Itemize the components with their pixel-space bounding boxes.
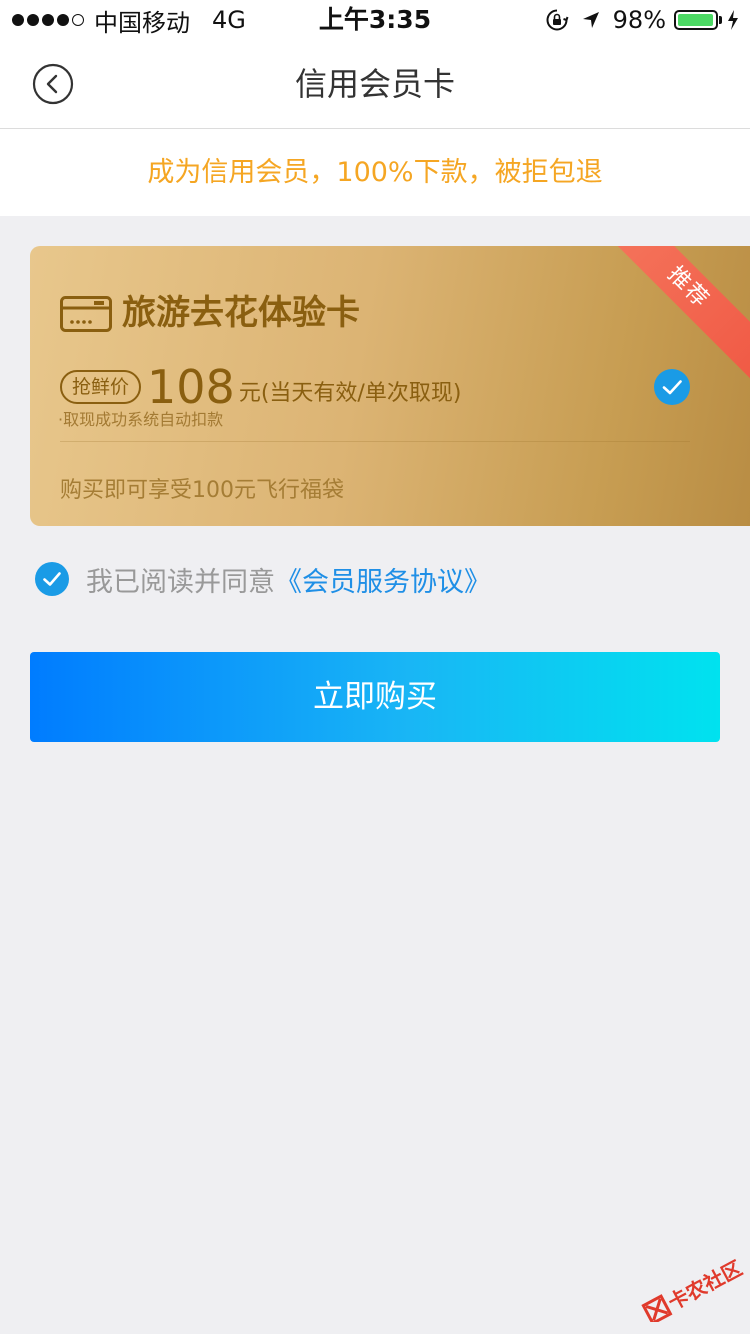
kanong-watermark-logo: 卡农社区 (641, 1256, 746, 1322)
promo-banner: 成为信用会员，100%下款，被拒包退 (0, 129, 750, 216)
page-title: 信用会员卡 (294, 65, 455, 103)
agreement-row: 我已阅读并同意 《会员服务协议》 (34, 560, 491, 598)
price-value: 108 (147, 360, 235, 414)
card-divider (60, 441, 690, 442)
status-bar: 中国移动 4G 上午3:35 98% (0, 0, 750, 40)
card-name: 旅游去花体验卡 (122, 293, 360, 333)
price-note: ·取现成功系统自动扣款 (58, 410, 224, 429)
price-row: 抢鲜价 108 元(当天有效/单次取现) (60, 362, 461, 412)
battery-percent: 98% (612, 6, 666, 34)
orientation-lock-icon (546, 9, 569, 31)
battery-cap (719, 16, 722, 24)
location-arrow-icon (582, 12, 599, 28)
agree-checkbox-icon[interactable] (34, 561, 70, 597)
membership-card[interactable]: 推荐 旅游去花体验卡 抢鲜价 108 元(当天有效/单次取现) ·取现成功系统自… (30, 246, 750, 526)
card-selected-check-icon[interactable] (653, 368, 691, 406)
battery-icon (674, 10, 718, 30)
agreement-link[interactable]: 《会员服务协议》 (275, 560, 491, 599)
price-tag: 抢鲜价 (60, 370, 142, 404)
charging-bolt-icon (728, 10, 738, 30)
price-unit: 元(当天有效/单次取现) (238, 381, 462, 406)
watermark-text: 卡农社区 (664, 1256, 746, 1315)
agreement-text: 我已阅读并同意 (86, 566, 275, 598)
credit-card-icon (60, 296, 112, 332)
status-right: 98% (545, 4, 740, 36)
card-benefit: 购买即可享受100元飞行福袋 (60, 478, 344, 503)
buy-now-button[interactable]: 立即购买 (30, 652, 720, 742)
nav-bar: 信用会员卡 (0, 40, 750, 129)
recommend-ribbon: 推荐 (596, 246, 750, 380)
